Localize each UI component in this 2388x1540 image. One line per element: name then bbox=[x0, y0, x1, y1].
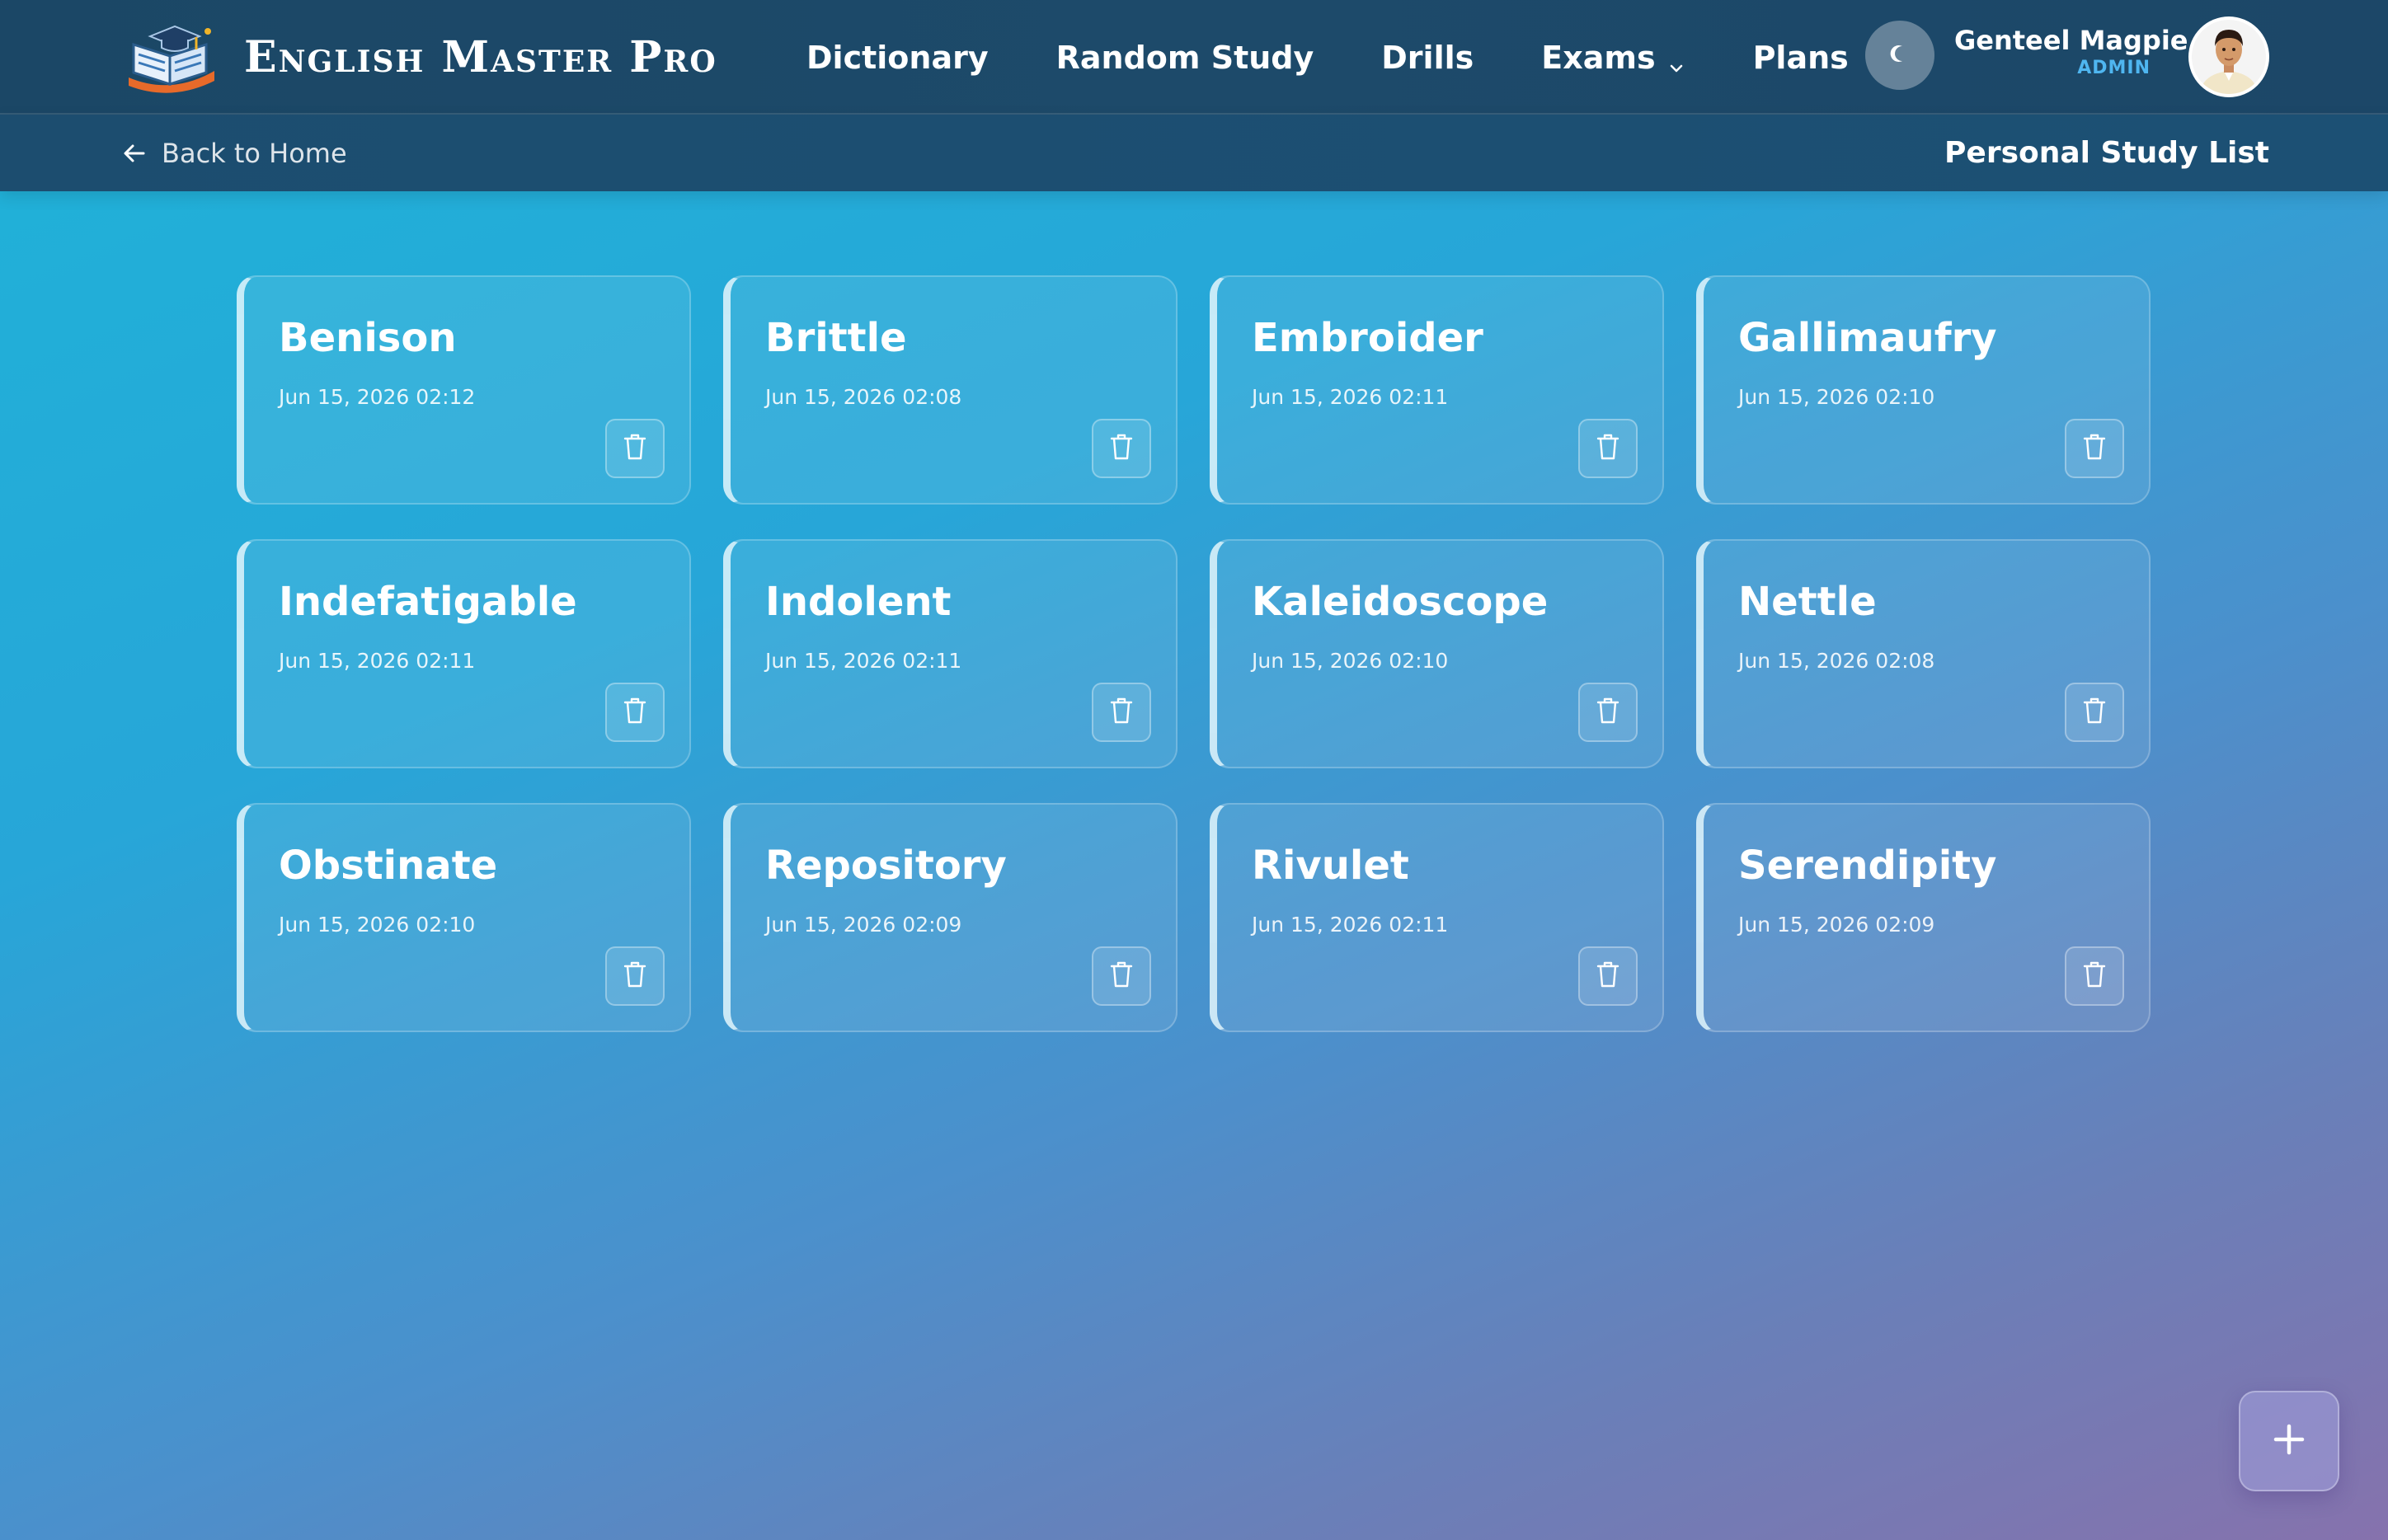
theme-toggle-button[interactable] bbox=[1865, 21, 1934, 90]
back-to-home-link[interactable]: Back to Home bbox=[122, 115, 347, 191]
trash-icon bbox=[623, 697, 647, 728]
nav-exams-label: Exams bbox=[1541, 39, 1656, 76]
brand[interactable]: English Master Pro bbox=[122, 20, 717, 94]
word-card-indolent[interactable]: Indolent Jun 15, 2026 02:11 bbox=[723, 539, 1178, 768]
card-word: Obstinate bbox=[279, 843, 498, 889]
nav-random-study[interactable]: Random Study bbox=[1056, 40, 1314, 76]
user-name: Genteel Magpie bbox=[1954, 25, 2188, 56]
trash-icon bbox=[1596, 960, 1620, 992]
study-list-grid: Benison Jun 15, 2026 02:12 Brittle Jun 1… bbox=[237, 275, 2151, 1032]
delete-button[interactable] bbox=[605, 419, 665, 478]
card-word: Kaleidoscope bbox=[1252, 579, 1549, 625]
moon-icon bbox=[1889, 43, 1911, 68]
trash-icon bbox=[1109, 960, 1134, 992]
delete-button[interactable] bbox=[605, 946, 665, 1006]
card-date: Jun 15, 2026 02:11 bbox=[765, 649, 962, 673]
card-date: Jun 15, 2026 02:11 bbox=[279, 649, 476, 673]
card-date: Jun 15, 2026 02:11 bbox=[1252, 913, 1449, 937]
page-title: Personal Study List bbox=[1944, 136, 2269, 170]
card-word: Serendipity bbox=[1738, 843, 1997, 889]
delete-button[interactable] bbox=[1092, 419, 1151, 478]
nav-exams[interactable]: Exams bbox=[1541, 40, 1685, 76]
word-card-rivulet[interactable]: Rivulet Jun 15, 2026 02:11 bbox=[1210, 803, 1664, 1032]
word-card-gallimaufry[interactable]: Gallimaufry Jun 15, 2026 02:10 bbox=[1696, 275, 2151, 505]
nav-plans[interactable]: Plans bbox=[1753, 40, 1849, 76]
delete-button[interactable] bbox=[1578, 419, 1638, 478]
card-date: Jun 15, 2026 02:10 bbox=[1252, 649, 1449, 673]
delete-button[interactable] bbox=[1578, 683, 1638, 742]
card-word: Rivulet bbox=[1252, 843, 1409, 889]
word-card-repository[interactable]: Repository Jun 15, 2026 02:09 bbox=[723, 803, 1178, 1032]
plus-icon bbox=[2271, 1421, 2307, 1461]
card-date: Jun 15, 2026 02:09 bbox=[765, 913, 962, 937]
card-date: Jun 15, 2026 02:10 bbox=[279, 913, 476, 937]
delete-button[interactable] bbox=[2065, 946, 2124, 1006]
card-date: Jun 15, 2026 02:09 bbox=[1738, 913, 1935, 937]
card-date: Jun 15, 2026 02:10 bbox=[1738, 385, 1935, 409]
card-word: Benison bbox=[279, 315, 457, 361]
main-nav: Dictionary Random Study Drills Exams Pla… bbox=[806, 0, 1849, 115]
card-date: Jun 15, 2026 02:12 bbox=[279, 385, 476, 409]
delete-button[interactable] bbox=[605, 683, 665, 742]
trash-icon bbox=[2082, 960, 2107, 992]
nav-drills[interactable]: Drills bbox=[1381, 40, 1474, 76]
card-word: Nettle bbox=[1738, 579, 1877, 625]
arrow-left-icon bbox=[122, 141, 147, 166]
user-role-badge: ADMIN bbox=[2077, 58, 2151, 78]
user-info[interactable]: Genteel Magpie ADMIN bbox=[1954, 25, 2188, 78]
delete-button[interactable] bbox=[1092, 946, 1151, 1006]
word-card-obstinate[interactable]: Obstinate Jun 15, 2026 02:10 bbox=[237, 803, 691, 1032]
word-card-kaleidoscope[interactable]: Kaleidoscope Jun 15, 2026 02:10 bbox=[1210, 539, 1664, 768]
nav-dictionary[interactable]: Dictionary bbox=[806, 40, 989, 76]
delete-button[interactable] bbox=[1578, 946, 1638, 1006]
card-word: Gallimaufry bbox=[1738, 315, 1997, 361]
word-card-brittle[interactable]: Brittle Jun 15, 2026 02:08 bbox=[723, 275, 1178, 505]
card-word: Brittle bbox=[765, 315, 907, 361]
add-word-button[interactable] bbox=[2239, 1391, 2339, 1491]
card-date: Jun 15, 2026 02:08 bbox=[1738, 649, 1935, 673]
word-card-embroider[interactable]: Embroider Jun 15, 2026 02:11 bbox=[1210, 275, 1664, 505]
book-graduation-cap-icon bbox=[122, 20, 219, 94]
card-date: Jun 15, 2026 02:08 bbox=[765, 385, 962, 409]
card-word: Indefatigable bbox=[279, 579, 577, 625]
chevron-down-icon bbox=[1667, 49, 1685, 72]
delete-button[interactable] bbox=[2065, 419, 2124, 478]
trash-icon bbox=[1596, 697, 1620, 728]
word-card-serendipity[interactable]: Serendipity Jun 15, 2026 02:09 bbox=[1696, 803, 2151, 1032]
card-word: Repository bbox=[765, 843, 1007, 889]
avatar[interactable] bbox=[2188, 16, 2269, 97]
delete-button[interactable] bbox=[2065, 683, 2124, 742]
card-date: Jun 15, 2026 02:11 bbox=[1252, 385, 1449, 409]
card-word: Indolent bbox=[765, 579, 952, 625]
word-card-nettle[interactable]: Nettle Jun 15, 2026 02:08 bbox=[1696, 539, 2151, 768]
trash-icon bbox=[623, 960, 647, 992]
trash-icon bbox=[623, 433, 647, 464]
word-card-benison[interactable]: Benison Jun 15, 2026 02:12 bbox=[237, 275, 691, 505]
trash-icon bbox=[1596, 433, 1620, 464]
delete-button[interactable] bbox=[1092, 683, 1151, 742]
brand-name: English Master Pro bbox=[244, 31, 717, 82]
trash-icon bbox=[2082, 433, 2107, 464]
trash-icon bbox=[1109, 433, 1134, 464]
word-card-indefatigable[interactable]: Indefatigable Jun 15, 2026 02:11 bbox=[237, 539, 691, 768]
trash-icon bbox=[2082, 697, 2107, 728]
sub-header-bar: Back to Home Personal Study List bbox=[0, 115, 2388, 191]
card-word: Embroider bbox=[1252, 315, 1483, 361]
trash-icon bbox=[1109, 697, 1134, 728]
back-to-home-label: Back to Home bbox=[162, 137, 347, 169]
top-navigation-bar: English Master Pro Dictionary Random Stu… bbox=[0, 0, 2388, 115]
